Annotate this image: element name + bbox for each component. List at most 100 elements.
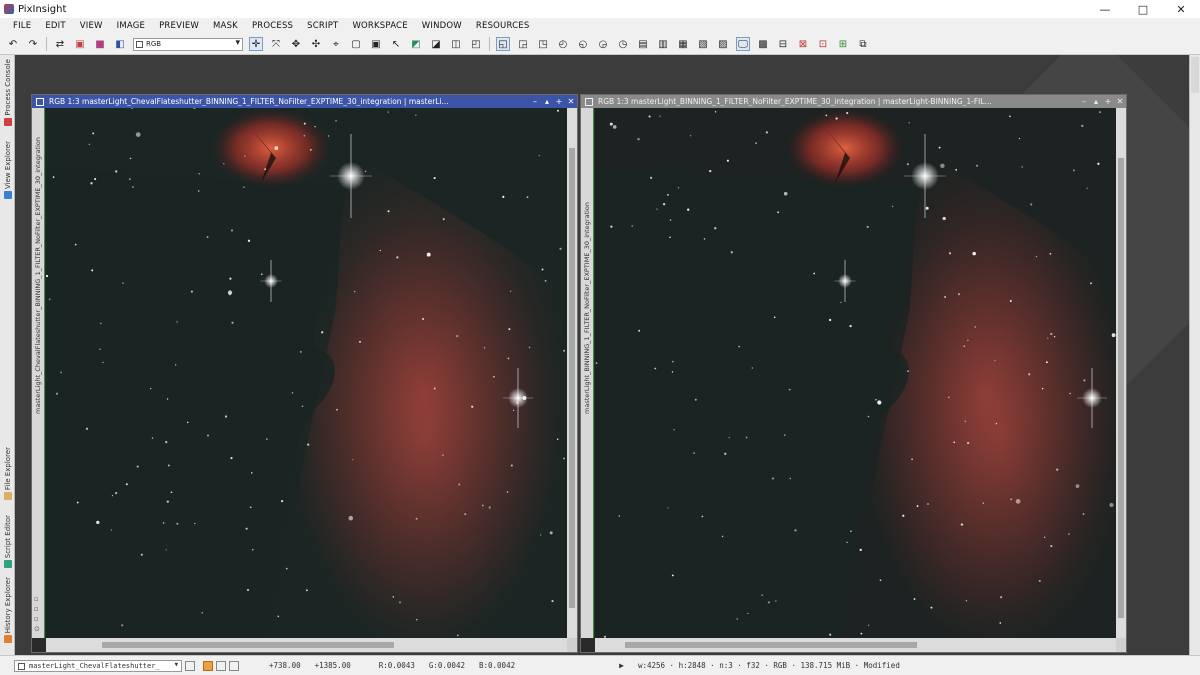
center-icon[interactable]: ⌖ bbox=[329, 37, 343, 51]
scroll-thumb[interactable] bbox=[625, 642, 917, 648]
menu-view[interactable]: VIEW bbox=[73, 21, 110, 31]
image-window-right-titlebar[interactable]: RGB 1:3 masterLight_BINNING_1_FILTER_NoF… bbox=[581, 95, 1126, 108]
tab-process-console[interactable]: Process Console bbox=[1, 59, 14, 126]
scroll-thumb[interactable] bbox=[102, 642, 394, 648]
zoom-box-icon[interactable] bbox=[185, 660, 195, 671]
menu-resources[interactable]: RESOURCES bbox=[469, 21, 537, 31]
mask-select-icon[interactable]: ◴ bbox=[556, 37, 570, 51]
menu-preview[interactable]: PREVIEW bbox=[152, 21, 206, 31]
window-controls: – ▴ + ✕ bbox=[1078, 97, 1126, 106]
tab-view-explorer[interactable]: View Explorer bbox=[1, 141, 14, 199]
tab-history-explorer[interactable]: History Explorer bbox=[1, 577, 14, 644]
vertical-scrollbar[interactable] bbox=[567, 108, 577, 638]
zoom-1-1-icon[interactable]: ▢ bbox=[349, 37, 363, 51]
maximize-button[interactable]: □ bbox=[1124, 0, 1162, 18]
minimize-icon[interactable]: – bbox=[1078, 97, 1090, 106]
zoom-page-icon[interactable]: ▣ bbox=[369, 37, 383, 51]
preview-copy-icon[interactable]: ◰ bbox=[469, 37, 483, 51]
readout-mode-icon[interactable]: ✛ bbox=[249, 37, 263, 51]
image-window-left[interactable]: RGB 1:3 masterLight_ChevalFlateshutter_B… bbox=[31, 94, 578, 653]
menu-file[interactable]: FILE bbox=[6, 21, 38, 31]
screen-green-icon[interactable]: ⊞ bbox=[836, 37, 850, 51]
menu-mask[interactable]: MASK bbox=[206, 21, 245, 31]
screen-icon[interactable]: 🖵 bbox=[736, 37, 750, 51]
view-explorer-icon bbox=[3, 190, 12, 199]
image-canvas-right[interactable] bbox=[595, 108, 1116, 638]
maximize-icon[interactable]: + bbox=[1102, 97, 1114, 106]
stf-link-icon[interactable]: ◷ bbox=[616, 37, 630, 51]
redo-icon[interactable]: ↷ bbox=[26, 37, 40, 51]
file-explorer-icon bbox=[3, 492, 12, 501]
menu-image[interactable]: IMAGE bbox=[110, 21, 152, 31]
screen-tile-icon[interactable]: ⊡ bbox=[816, 37, 830, 51]
statistics-icon[interactable]: ▥ bbox=[656, 37, 670, 51]
tab-file-explorer[interactable]: File Explorer bbox=[1, 447, 14, 501]
image-window-right-title: RGB 1:3 masterLight_BINNING_1_FILTER_NoF… bbox=[598, 97, 992, 106]
menu-window[interactable]: WINDOW bbox=[415, 21, 469, 31]
maximize-icon[interactable]: + bbox=[553, 97, 565, 106]
astro-image-right bbox=[595, 108, 1116, 638]
image-window-left-titlebar[interactable]: RGB 1:3 masterLight_ChevalFlateshutter_B… bbox=[32, 95, 577, 108]
pointer-icon[interactable]: ↖ bbox=[389, 37, 403, 51]
process-icon[interactable]: ▦ bbox=[676, 37, 690, 51]
play-icon[interactable]: ▶ bbox=[619, 661, 624, 670]
scroll-thumb[interactable] bbox=[569, 148, 575, 608]
image-id-label: masterLight_BINNING_1_FILTER_NoFilter_EX… bbox=[583, 202, 591, 414]
screen-new-icon[interactable]: ⊟ bbox=[776, 37, 790, 51]
history-explorer-icon bbox=[3, 635, 12, 644]
new-preview-icon[interactable]: ◩ bbox=[409, 37, 423, 51]
edit-preview-icon[interactable]: ◪ bbox=[429, 37, 443, 51]
left-dock: Process Console View Explorer File Explo… bbox=[0, 55, 15, 655]
horizontal-scrollbar[interactable] bbox=[46, 638, 567, 652]
delete-preview-icon[interactable]: ◫ bbox=[449, 37, 463, 51]
readout-box-icon[interactable] bbox=[229, 660, 239, 671]
explorer-icon[interactable]: ▧ bbox=[696, 37, 710, 51]
pixinsight-logo-icon bbox=[4, 4, 14, 14]
channel-select[interactable]: RGB bbox=[133, 37, 243, 51]
image-window-right[interactable]: RGB 1:3 masterLight_BINNING_1_FILTER_NoF… bbox=[580, 94, 1127, 653]
zoom-fit-icon[interactable]: ⤧ bbox=[269, 37, 283, 51]
view-selector[interactable]: masterLight_ChevalFlateshutter_ bbox=[14, 659, 182, 672]
right-dock-tabs[interactable] bbox=[1191, 57, 1199, 93]
minimize-icon[interactable]: – bbox=[529, 97, 541, 106]
scroll-thumb[interactable] bbox=[1118, 158, 1124, 618]
image-canvas-left[interactable] bbox=[46, 108, 567, 638]
close-icon[interactable]: ✕ bbox=[1114, 97, 1126, 106]
mask-invert-icon[interactable]: ◳ bbox=[536, 37, 550, 51]
readout-color-icon[interactable] bbox=[203, 660, 213, 671]
shade-icon[interactable]: ▴ bbox=[1090, 97, 1102, 106]
stf-auto-icon[interactable]: ◵ bbox=[576, 37, 590, 51]
menu-workspace[interactable]: WORKSPACE bbox=[345, 21, 414, 31]
image-info: w:4256 · h:2848 · n:3 · f32 · RGB · 138.… bbox=[637, 661, 900, 670]
screen-swap-icon[interactable]: ▩ bbox=[756, 37, 770, 51]
move-icon[interactable]: ✣ bbox=[309, 37, 323, 51]
menu-process[interactable]: PROCESS bbox=[245, 21, 300, 31]
close-button[interactable]: ✕ bbox=[1162, 0, 1200, 18]
stf-reset-icon[interactable]: ◶ bbox=[596, 37, 610, 51]
screen-extra-icon[interactable]: ⧉ bbox=[856, 37, 870, 51]
vertical-scrollbar[interactable] bbox=[1116, 108, 1126, 638]
script-icon[interactable]: ▨ bbox=[716, 37, 730, 51]
undo-icon[interactable]: ↶ bbox=[6, 37, 20, 51]
readout-box-icon[interactable] bbox=[216, 660, 226, 671]
image-id-label: masterLight_ChevalFlateshutter_BINNING_1… bbox=[34, 137, 42, 414]
minimize-button[interactable]: — bbox=[1086, 0, 1124, 18]
tab-script-editor[interactable]: Script Editor bbox=[1, 515, 14, 569]
readout-g: G:0.0042 bbox=[428, 661, 465, 670]
window-icon bbox=[36, 97, 44, 106]
mask-show-icon[interactable]: ◱ bbox=[496, 37, 510, 51]
shade-icon[interactable]: ▴ bbox=[541, 97, 553, 106]
color-mode-icon[interactable]: ■ bbox=[93, 37, 107, 51]
rgb-channels-icon[interactable]: ▣ bbox=[73, 37, 87, 51]
channel-mode-icon[interactable]: ◧ bbox=[113, 37, 127, 51]
mask-enable-icon[interactable]: ◲ bbox=[516, 37, 530, 51]
menu-script[interactable]: SCRIPT bbox=[300, 21, 345, 31]
pan-icon[interactable]: ✥ bbox=[289, 37, 303, 51]
screen-close-icon[interactable]: ⊠ bbox=[796, 37, 810, 51]
swap-icon[interactable]: ⇄ bbox=[53, 37, 67, 51]
horizontal-scrollbar[interactable] bbox=[595, 638, 1116, 652]
menu-edit[interactable]: EDIT bbox=[38, 21, 72, 31]
readout-r: R:0.0043 bbox=[378, 661, 415, 670]
close-icon[interactable]: ✕ bbox=[565, 97, 577, 106]
histogram-icon[interactable]: ▤ bbox=[636, 37, 650, 51]
